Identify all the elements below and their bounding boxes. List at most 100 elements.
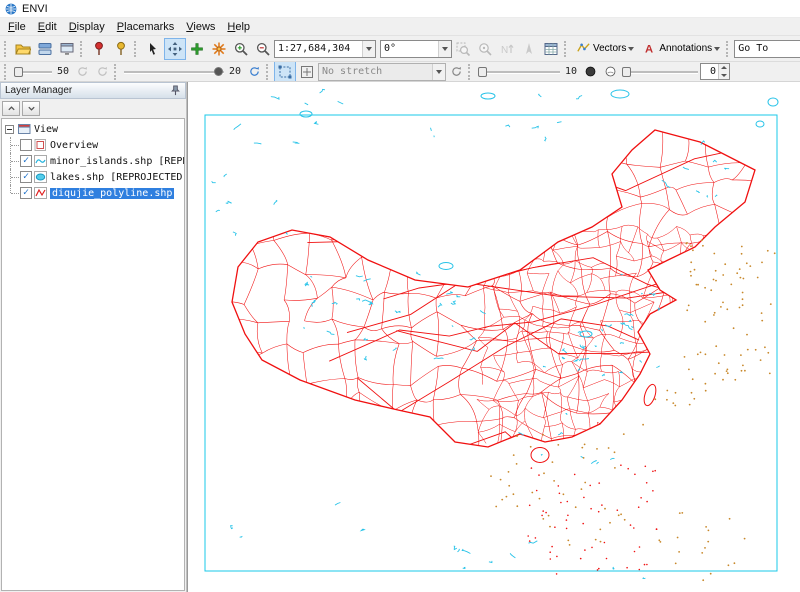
chevron-down-icon[interactable]	[432, 64, 445, 80]
toolbar-grip[interactable]	[114, 64, 118, 80]
goto-combo[interactable]: Go To	[734, 40, 800, 58]
zoom-full-extent-button[interactable]	[452, 38, 474, 60]
tree-item-view[interactable]: View	[2, 121, 184, 137]
polyline-layer-icon	[34, 187, 48, 199]
chevron-down-icon[interactable]	[438, 41, 451, 57]
slider-thumb[interactable]	[478, 67, 487, 77]
fly-button[interactable]	[208, 38, 230, 60]
toolbar-grip[interactable]	[266, 64, 270, 80]
open-file-button[interactable]	[12, 38, 34, 60]
menu-display[interactable]: Display	[63, 20, 111, 34]
contrast-reset-button[interactable]	[244, 63, 264, 81]
image-view[interactable]	[187, 82, 800, 592]
annotations-menu-button[interactable]: A Annotations	[638, 38, 724, 60]
tree-item-overview[interactable]: Overview	[2, 137, 184, 153]
rotation-combo[interactable]: 0°	[380, 40, 452, 58]
layer-checkbox[interactable]: ✓	[20, 187, 32, 199]
menu-placemarks[interactable]: Placemarks	[111, 20, 180, 34]
chevron-down-icon[interactable]	[362, 41, 375, 57]
layer-label: diqujie_polyline.shp	[50, 188, 174, 199]
slider-thumb[interactable]	[14, 67, 23, 77]
svg-text:A: A	[645, 44, 653, 56]
open-file-icon	[15, 41, 31, 57]
toolbar-grip[interactable]	[4, 64, 8, 80]
crop-icon	[277, 64, 293, 80]
menu-edit[interactable]: Edit	[32, 20, 63, 34]
chevron-down-icon	[27, 104, 36, 113]
attribute-table-icon	[543, 41, 559, 57]
titlebar: ENVI	[0, 0, 800, 18]
layer-checkbox[interactable]	[20, 139, 32, 151]
toolbar-grip[interactable]	[4, 41, 8, 57]
zoom-out-button[interactable]	[252, 38, 274, 60]
transparency-slider[interactable]	[620, 64, 700, 80]
stretch-reset-button[interactable]	[446, 63, 466, 81]
north-up-button[interactable]: N	[496, 38, 518, 60]
placemark-manager-button[interactable]	[110, 38, 132, 60]
layer-label: minor_islands.shp [REPROJ	[50, 156, 185, 167]
toolbar-grip[interactable]	[134, 41, 138, 57]
sharpen-slider[interactable]	[476, 64, 562, 80]
collapse-expander-icon[interactable]	[5, 125, 14, 134]
contrast-slider[interactable]	[122, 64, 226, 80]
data-manager-button[interactable]	[34, 38, 56, 60]
menu-file[interactable]: File	[2, 20, 32, 34]
layer-manager-toolbar	[0, 99, 186, 118]
map-canvas[interactable]	[188, 82, 800, 592]
slider-thumb[interactable]	[214, 67, 223, 76]
toolbar-grip[interactable]	[564, 41, 568, 57]
spin-up-icon[interactable]	[719, 64, 729, 72]
sharpen-value: 10	[562, 64, 580, 79]
tree-item-diqujie-polyline[interactable]: ✓ diqujie_polyline.shp	[2, 185, 184, 201]
dropdown-arrow-icon	[628, 47, 634, 51]
toolbar-grip[interactable]	[80, 41, 84, 57]
data-manager-icon	[37, 41, 53, 57]
color-dark-button[interactable]	[580, 63, 600, 81]
refresh-icon	[248, 65, 261, 78]
layer-checkbox[interactable]: ✓	[20, 155, 32, 167]
layer-checkbox[interactable]: ✓	[20, 171, 32, 183]
rotation-value: 0°	[381, 43, 438, 54]
zoom-select-button[interactable]	[186, 38, 208, 60]
stretch-region-button[interactable]	[296, 61, 318, 82]
zoom-actual-button[interactable]	[474, 38, 496, 60]
spin-down-icon[interactable]	[719, 72, 729, 80]
layer-manager-title: Layer Manager	[5, 85, 72, 96]
paint-dark-icon	[584, 65, 597, 78]
color-light-button[interactable]	[600, 63, 620, 81]
brightness-auto-button[interactable]	[92, 63, 112, 81]
goto-value: Go To	[735, 43, 800, 54]
refresh-icon	[450, 65, 463, 78]
tree-item-minor-islands[interactable]: ✓ minor_islands.shp [REPROJ	[2, 153, 184, 169]
transparency-spinner[interactable]: 0	[700, 63, 730, 80]
attribute-table-button[interactable]	[540, 38, 562, 60]
annotations-icon: A	[642, 41, 657, 56]
new-view-button[interactable]	[56, 38, 78, 60]
brightness-slider[interactable]	[12, 64, 54, 80]
pin-icon[interactable]	[170, 85, 181, 96]
stretch-type-combo[interactable]: No stretch	[318, 63, 446, 81]
menu-help[interactable]: Help	[221, 20, 256, 34]
menu-views[interactable]: Views	[180, 20, 221, 34]
placemark-button[interactable]	[88, 38, 110, 60]
expand-all-button[interactable]	[2, 101, 20, 116]
toolbar-grip[interactable]	[726, 41, 730, 57]
window-title: ENVI	[22, 3, 48, 15]
zoom-in-button[interactable]	[230, 38, 252, 60]
zoom-extent-icon	[455, 41, 471, 57]
tree-item-lakes[interactable]: ✓ lakes.shp [REPROJECTED]	[2, 169, 184, 185]
vectors-menu-button[interactable]: Vectors	[572, 38, 638, 60]
zoom-actual-icon	[477, 41, 493, 57]
north-arrow-button[interactable]	[518, 38, 540, 60]
toolbar-grip[interactable]	[468, 64, 472, 80]
zoom-select-icon	[189, 41, 205, 57]
slider-thumb[interactable]	[622, 67, 631, 77]
zoom-scale-combo[interactable]: 1:27,684,304	[274, 40, 376, 58]
minor-islands-layer-icon	[34, 155, 48, 167]
tree-item-label: View	[34, 124, 58, 135]
select-arrow-button[interactable]	[142, 38, 164, 60]
collapse-all-button[interactable]	[22, 101, 40, 116]
stretch-on-view-button[interactable]	[274, 61, 296, 82]
brightness-reset-button[interactable]	[72, 63, 92, 81]
pan-button[interactable]	[164, 38, 186, 60]
